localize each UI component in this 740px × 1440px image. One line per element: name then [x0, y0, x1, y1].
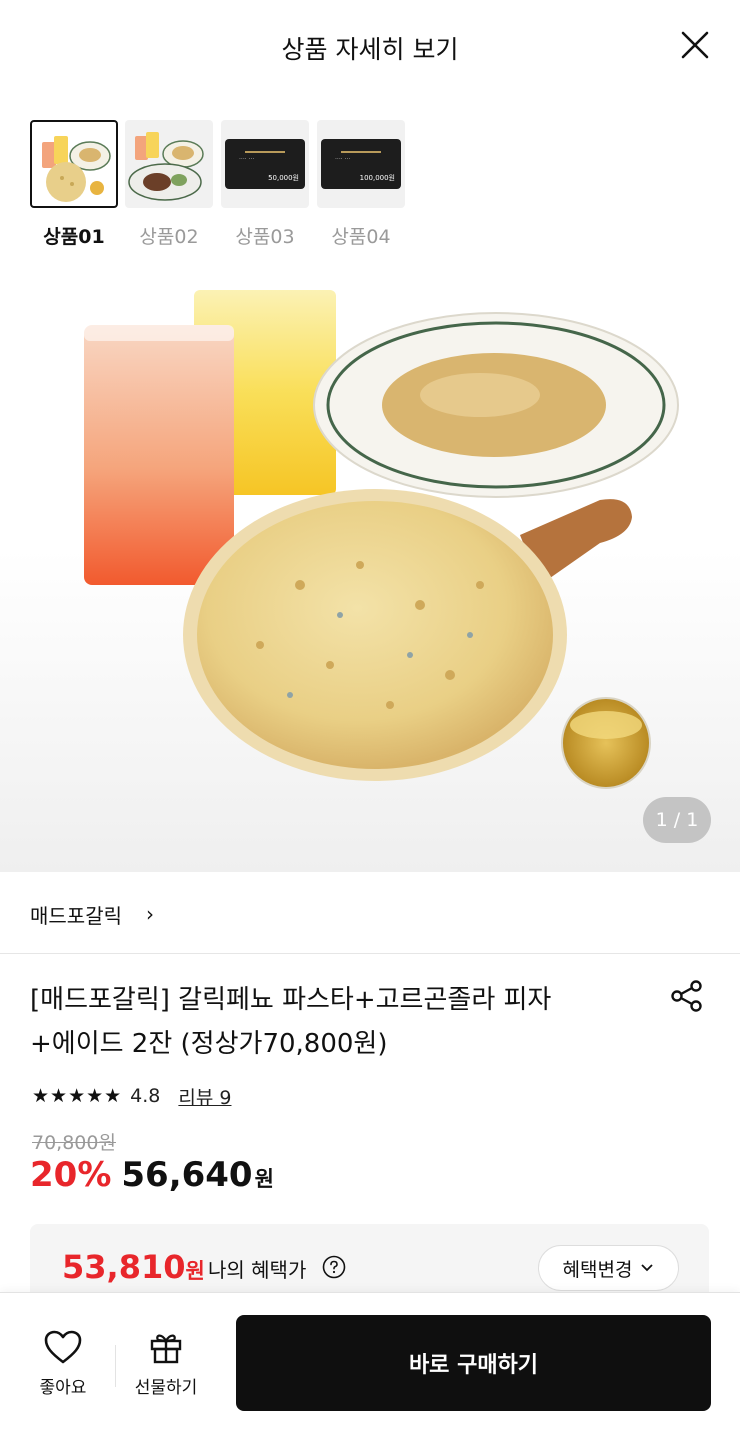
- product-main-image[interactable]: [0, 285, 740, 872]
- thumbnail-item[interactable]: 상품02: [125, 120, 213, 249]
- chevron-right-icon: ›: [146, 902, 154, 926]
- heart-icon: [44, 1330, 82, 1364]
- rating-row: ★★★★★ 4.8 리뷰 9: [32, 1082, 231, 1110]
- thumbnail-item[interactable]: 상품01: [30, 120, 118, 249]
- gift-card-amount: 50,000원: [268, 174, 299, 182]
- change-benefit-button[interactable]: 혜택변경: [538, 1245, 679, 1291]
- original-price: 70,800원: [32, 1132, 116, 1154]
- gift-label: 선물하기: [134, 1378, 198, 1398]
- thumbnail-item[interactable]: ···· ··· 50,000원 상품03: [221, 120, 309, 249]
- top-header: 상품 자세히 보기: [0, 0, 740, 92]
- benefit-price: 53,810원: [62, 1248, 205, 1286]
- thumbnail-label: 상품02: [139, 226, 199, 248]
- change-benefit-label: 혜택변경: [562, 1258, 633, 1281]
- thumbnail-image: [30, 120, 118, 208]
- brand-link[interactable]: 매드포갈릭 ›: [0, 872, 740, 954]
- buy-now-label: 바로 구매하기: [408, 1353, 539, 1378]
- gift-card-image: ···· ··· 100,000원: [321, 139, 401, 189]
- buy-now-button[interactable]: 바로 구매하기: [236, 1315, 711, 1411]
- benefit-price-value: 53,810: [62, 1248, 186, 1286]
- thumbnail-label: 상품03: [235, 226, 295, 248]
- gift-button[interactable]: 선물하기: [121, 1329, 211, 1398]
- benefit-label: 나의 혜택가: [208, 1258, 307, 1282]
- product-title-line-1: [매드포갈릭] 갈릭페뇨 파스타+고르곤졸라 피자: [30, 985, 552, 1015]
- chevron-down-icon: [641, 1264, 654, 1272]
- help-button[interactable]: [322, 1255, 346, 1279]
- product-title: [매드포갈릭] 갈릭페뇨 파스타+고르곤졸라 피자 +에이드 2잔 (정상가70…: [30, 978, 650, 1066]
- like-label: 좋아요: [39, 1378, 87, 1398]
- gift-card-amount: 100,000원: [359, 174, 395, 182]
- share-button[interactable]: [668, 977, 706, 1015]
- rating-value: 4.8: [130, 1085, 161, 1107]
- star-rating-icon: ★★★★★: [32, 1085, 123, 1107]
- page-title: 상품 자세히 보기: [281, 35, 459, 64]
- bottom-action-bar: 좋아요 선물하기 바로 구매하기: [0, 1292, 740, 1440]
- thumbnail-image: ···· ··· 100,000원: [317, 120, 405, 208]
- product-title-line-2: +에이드 2잔 (정상가70,800원): [30, 1029, 388, 1059]
- thumbnail-image: ···· ··· 50,000원: [221, 120, 309, 208]
- close-button[interactable]: [678, 28, 712, 62]
- like-button[interactable]: 좋아요: [18, 1329, 108, 1398]
- close-icon: [681, 31, 709, 59]
- gift-card-image: ···· ··· 50,000원: [225, 139, 305, 189]
- thumbnail-image: [125, 120, 213, 208]
- price-row: 20% 56,640 원: [30, 1155, 274, 1203]
- sale-price: 56,640: [121, 1155, 253, 1195]
- review-link[interactable]: 리뷰 9: [178, 1083, 231, 1110]
- question-circle-icon: [322, 1255, 346, 1279]
- image-counter: 1 / 1: [643, 797, 711, 843]
- benefit-box: 53,810원 나의 혜택가 혜택변경: [30, 1224, 709, 1299]
- sale-price-currency: 원: [254, 1167, 274, 1191]
- thumbnail-label: 상품01: [43, 226, 105, 248]
- benefit-price-currency: 원: [185, 1259, 205, 1283]
- action-divider: [115, 1345, 116, 1387]
- discount-rate: 20%: [30, 1155, 112, 1195]
- thumbnail-item[interactable]: ···· ··· 100,000원 상품04: [317, 120, 405, 249]
- share-icon: [671, 980, 702, 1012]
- brand-name: 매드포갈릭: [30, 904, 122, 928]
- gift-icon: [150, 1334, 182, 1364]
- peach-ade-glass: [84, 325, 234, 585]
- thumbnail-label: 상품04: [331, 226, 391, 248]
